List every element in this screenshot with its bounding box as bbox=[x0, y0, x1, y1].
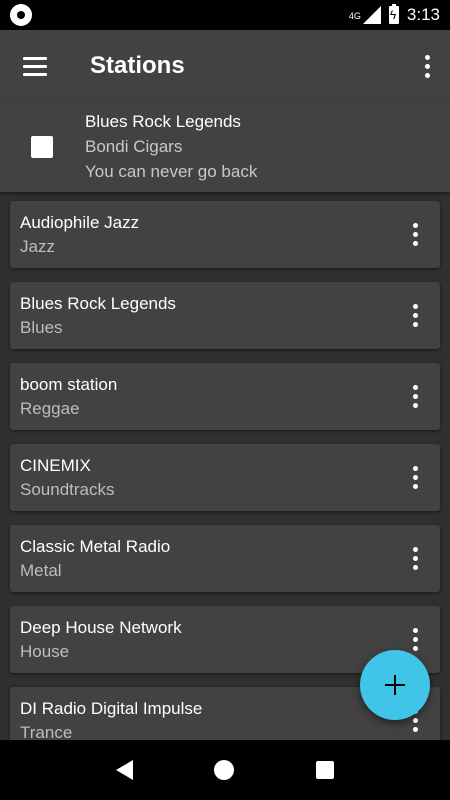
station-name: CINEMIX bbox=[20, 455, 91, 475]
add-station-button[interactable] bbox=[360, 650, 430, 720]
station-name: Audiophile Jazz bbox=[20, 212, 140, 232]
station-name: Blues Rock Legends bbox=[20, 293, 176, 313]
network-type-label: 4G bbox=[348, 11, 361, 21]
now-playing-info: Blues Rock Legends Bondi Cigars You can … bbox=[85, 112, 257, 182]
hamburger-menu-icon[interactable] bbox=[0, 30, 70, 102]
station-more-icon[interactable] bbox=[390, 282, 440, 349]
now-playing-station: Blues Rock Legends bbox=[85, 112, 241, 131]
now-playing-bar[interactable]: Blues Rock Legends Bondi Cigars You can … bbox=[0, 102, 450, 192]
station-name: Deep House Network bbox=[20, 617, 182, 637]
page-title: Stations bbox=[90, 52, 185, 79]
station-name: boom station bbox=[20, 374, 118, 394]
station-name: DI Radio Digital Impulse bbox=[20, 698, 203, 718]
signal-icon bbox=[362, 6, 381, 24]
stop-button[interactable] bbox=[0, 102, 84, 192]
station-genre: Reggae bbox=[20, 398, 80, 418]
back-icon[interactable] bbox=[115, 760, 133, 780]
station-card[interactable]: Classic Metal Radio Metal bbox=[10, 525, 440, 592]
station-genre: Metal bbox=[20, 560, 62, 580]
station-more-icon[interactable] bbox=[390, 363, 440, 430]
navigation-bar bbox=[0, 740, 450, 800]
station-genre: Soundtracks bbox=[20, 479, 115, 499]
status-bar: 4G ϟ 3:13 bbox=[0, 0, 450, 30]
station-more-icon[interactable] bbox=[390, 525, 440, 592]
app-bar: Stations bbox=[0, 30, 450, 102]
station-genre: Jazz bbox=[20, 236, 55, 256]
station-card[interactable]: CINEMIX Soundtracks bbox=[10, 444, 440, 511]
now-playing-artist: Bondi Cigars bbox=[85, 137, 183, 156]
station-more-icon[interactable] bbox=[390, 201, 440, 268]
home-icon[interactable] bbox=[214, 760, 235, 780]
notification-dot-icon bbox=[10, 4, 32, 26]
station-genre: House bbox=[20, 641, 70, 661]
station-genre: Blues bbox=[20, 317, 63, 337]
status-indicators: 4G ϟ 3:13 bbox=[348, 4, 440, 25]
recents-icon[interactable] bbox=[316, 761, 335, 779]
station-card[interactable]: Audiophile Jazz Jazz bbox=[10, 201, 440, 268]
battery-charging-icon: ϟ bbox=[388, 4, 399, 24]
now-playing-track: You can never go back bbox=[85, 162, 258, 181]
station-name: Classic Metal Radio bbox=[20, 536, 171, 556]
station-more-icon[interactable] bbox=[390, 444, 440, 511]
more-vert-icon[interactable] bbox=[404, 30, 450, 102]
station-card[interactable]: Blues Rock Legends Blues bbox=[10, 282, 440, 349]
stop-icon bbox=[31, 136, 53, 158]
add-icon bbox=[385, 675, 405, 695]
station-card[interactable]: boom station Reggae bbox=[10, 363, 440, 430]
clock: 3:13 bbox=[406, 5, 440, 24]
